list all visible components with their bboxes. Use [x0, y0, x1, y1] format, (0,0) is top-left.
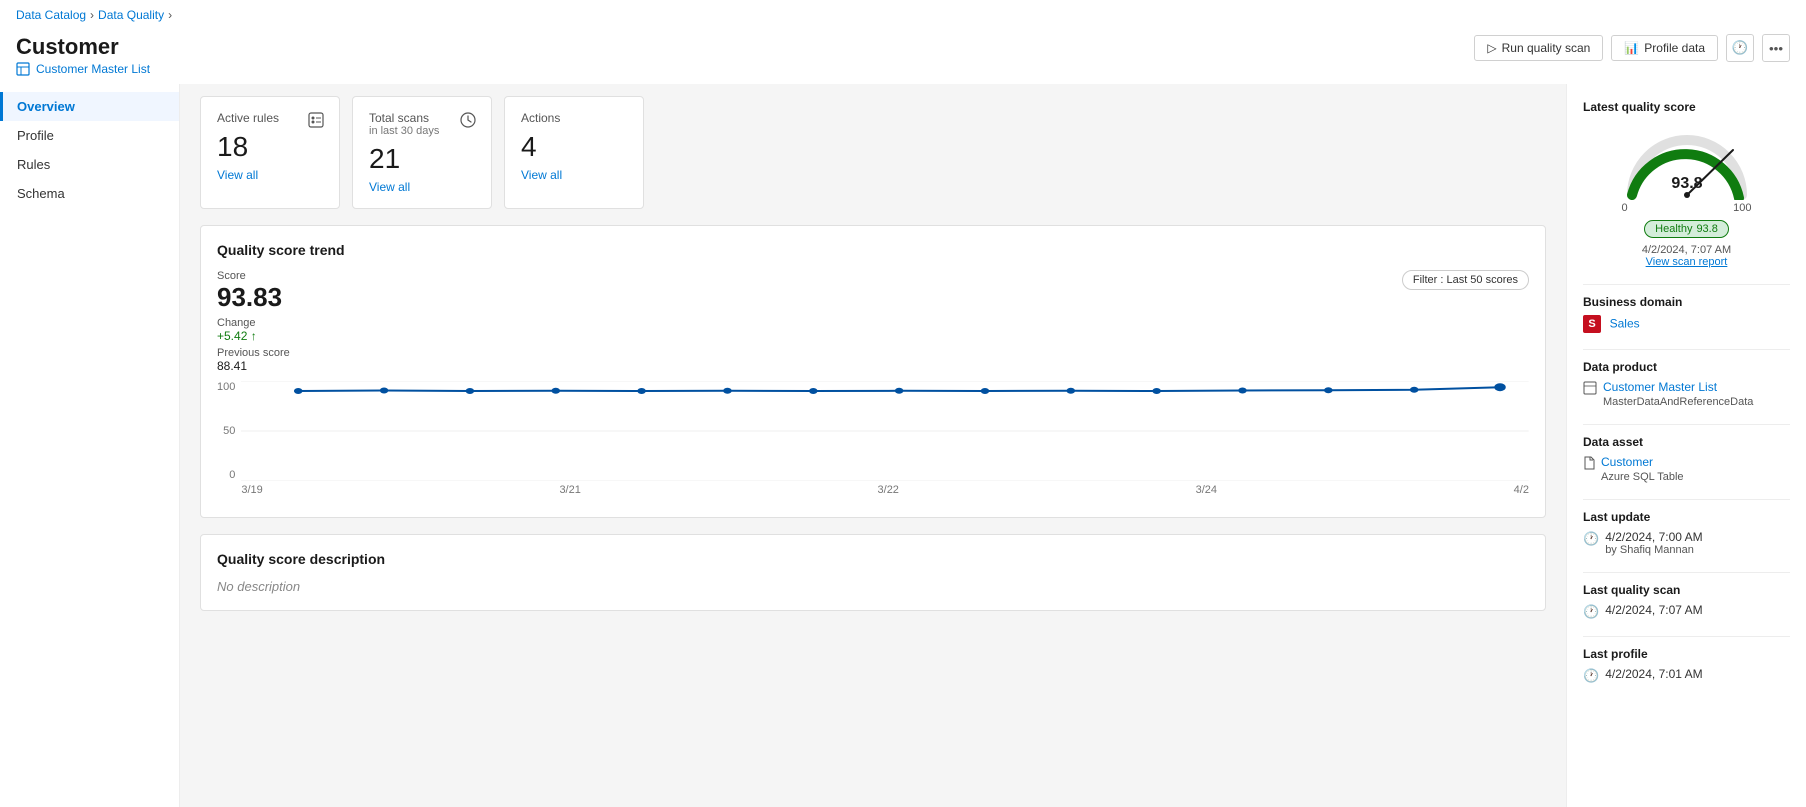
description-section: Quality score description No description — [200, 534, 1546, 611]
active-rules-card: Active rules 18 View all — [200, 96, 340, 209]
last-quality-scan-date: 4/2/2024, 7:07 AM — [1605, 603, 1702, 617]
data-product-label: Data product — [1583, 360, 1790, 374]
prev-score-label: Previous score — [217, 347, 290, 359]
run-quality-scan-button[interactable]: ▷ Run quality scan — [1474, 35, 1603, 61]
last-profile-section: Last profile 🕐 4/2/2024, 7:01 AM — [1583, 647, 1790, 684]
active-rules-view-all[interactable]: View all — [217, 168, 258, 182]
data-product-name[interactable]: Customer Master List — [1603, 380, 1753, 394]
sidebar-item-rules[interactable]: Rules — [0, 150, 179, 179]
view-scan-report-link[interactable]: View scan report — [1646, 256, 1728, 268]
trend-chart-svg — [241, 381, 1529, 481]
healthy-badge: Healthy 93.8 — [1644, 220, 1729, 238]
total-scans-view-all[interactable]: View all — [369, 180, 410, 194]
last-scan-clock-icon: 🕐 — [1583, 604, 1599, 620]
breadcrumb: Data Catalog › Data Quality › — [0, 0, 1806, 30]
scans-icon — [459, 111, 477, 134]
sidebar-item-schema[interactable]: Schema — [0, 179, 179, 208]
domain-badge: S — [1583, 315, 1601, 333]
last-profile-date: 4/2/2024, 7:01 AM — [1605, 667, 1702, 681]
page-title: Customer — [16, 34, 150, 60]
domain-name[interactable]: Sales — [1610, 316, 1640, 330]
data-asset-name[interactable]: Customer — [1601, 455, 1684, 469]
change-value: +5.42 ↑ — [217, 329, 290, 343]
page-subtitle[interactable]: Customer Master List — [36, 62, 150, 76]
svg-text:93.8: 93.8 — [1671, 175, 1702, 192]
last-update-by: by Shafiq Mannan — [1605, 544, 1702, 556]
sidebar-item-profile[interactable]: Profile — [0, 121, 179, 150]
total-scans-value: 21 — [369, 143, 475, 175]
data-product-icon — [1583, 381, 1597, 398]
data-asset-section: Data asset Customer Azure SQL Table — [1583, 435, 1790, 483]
gauge-date: 4/2/2024, 7:07 AM — [1642, 244, 1731, 256]
total-scans-card: Total scans in last 30 days 21 View all — [352, 96, 492, 209]
business-domain-label: Business domain — [1583, 295, 1790, 309]
profile-data-button[interactable]: 📊 Profile data — [1611, 35, 1718, 61]
right-panel: Latest quality score 93.8 — [1566, 84, 1806, 807]
latest-quality-score-section: Latest quality score 93.8 — [1583, 100, 1790, 268]
last-profile-clock-icon: 🕐 — [1583, 668, 1599, 684]
last-update-section: Last update 🕐 4/2/2024, 7:00 AM by Shafi… — [1583, 510, 1790, 556]
data-product-sub: MasterDataAndReferenceData — [1603, 396, 1753, 408]
history-button[interactable]: 🕐 — [1726, 34, 1754, 62]
chart-container: Score 93.83 Change +5.42 ↑ Previous scor… — [217, 270, 1529, 501]
prev-score-value: 88.41 — [217, 359, 290, 373]
chart-section-title: Quality score trend — [217, 242, 1529, 258]
business-domain-section: Business domain S Sales — [1583, 295, 1790, 333]
active-rules-value: 18 — [217, 131, 323, 163]
no-description: No description — [217, 579, 1529, 594]
sidebar-nav: Overview Profile Rules Schema — [0, 84, 180, 807]
actions-value: 4 — [521, 131, 627, 163]
score-value: 93.83 — [217, 282, 290, 313]
rules-icon — [307, 111, 325, 134]
last-profile-label: Last profile — [1583, 647, 1790, 661]
more-options-button[interactable]: ••• — [1762, 34, 1790, 62]
page-header: Customer Customer Master List ▷ Run qual… — [0, 30, 1806, 84]
last-update-clock-icon: 🕐 — [1583, 531, 1599, 547]
sidebar-item-overview[interactable]: Overview — [0, 92, 179, 121]
last-update-date: 4/2/2024, 7:00 AM — [1605, 530, 1702, 544]
actions-view-all[interactable]: View all — [521, 168, 562, 182]
score-label: Score — [217, 270, 290, 282]
data-product-section: Data product Customer Master List Master… — [1583, 360, 1790, 408]
last-update-label: Last update — [1583, 510, 1790, 524]
breadcrumb-data-quality[interactable]: Data Quality — [98, 8, 164, 22]
stats-row: Active rules 18 View all Total scans in … — [200, 96, 1546, 209]
table-icon — [16, 62, 30, 76]
quality-score-chart-section: Quality score trend Score 93.83 Change +… — [200, 225, 1546, 518]
last-quality-scan-section: Last quality scan 🕐 4/2/2024, 7:07 AM — [1583, 583, 1790, 620]
actions-title: Actions — [521, 111, 627, 125]
description-title: Quality score description — [217, 551, 1529, 567]
last-quality-scan-label: Last quality scan — [1583, 583, 1790, 597]
data-asset-sub: Azure SQL Table — [1601, 471, 1684, 483]
change-label: Change — [217, 317, 290, 329]
data-asset-label: Data asset — [1583, 435, 1790, 449]
data-asset-icon — [1583, 456, 1595, 473]
actions-card: Actions 4 View all — [504, 96, 644, 209]
latest-score-label: Latest quality score — [1583, 100, 1790, 114]
gauge-chart: 93.8 — [1617, 120, 1757, 200]
content-area: Active rules 18 View all Total scans in … — [180, 84, 1566, 807]
filter-button[interactable]: Filter : Last 50 scores — [1402, 270, 1529, 290]
breadcrumb-data-catalog[interactable]: Data Catalog — [16, 8, 86, 22]
